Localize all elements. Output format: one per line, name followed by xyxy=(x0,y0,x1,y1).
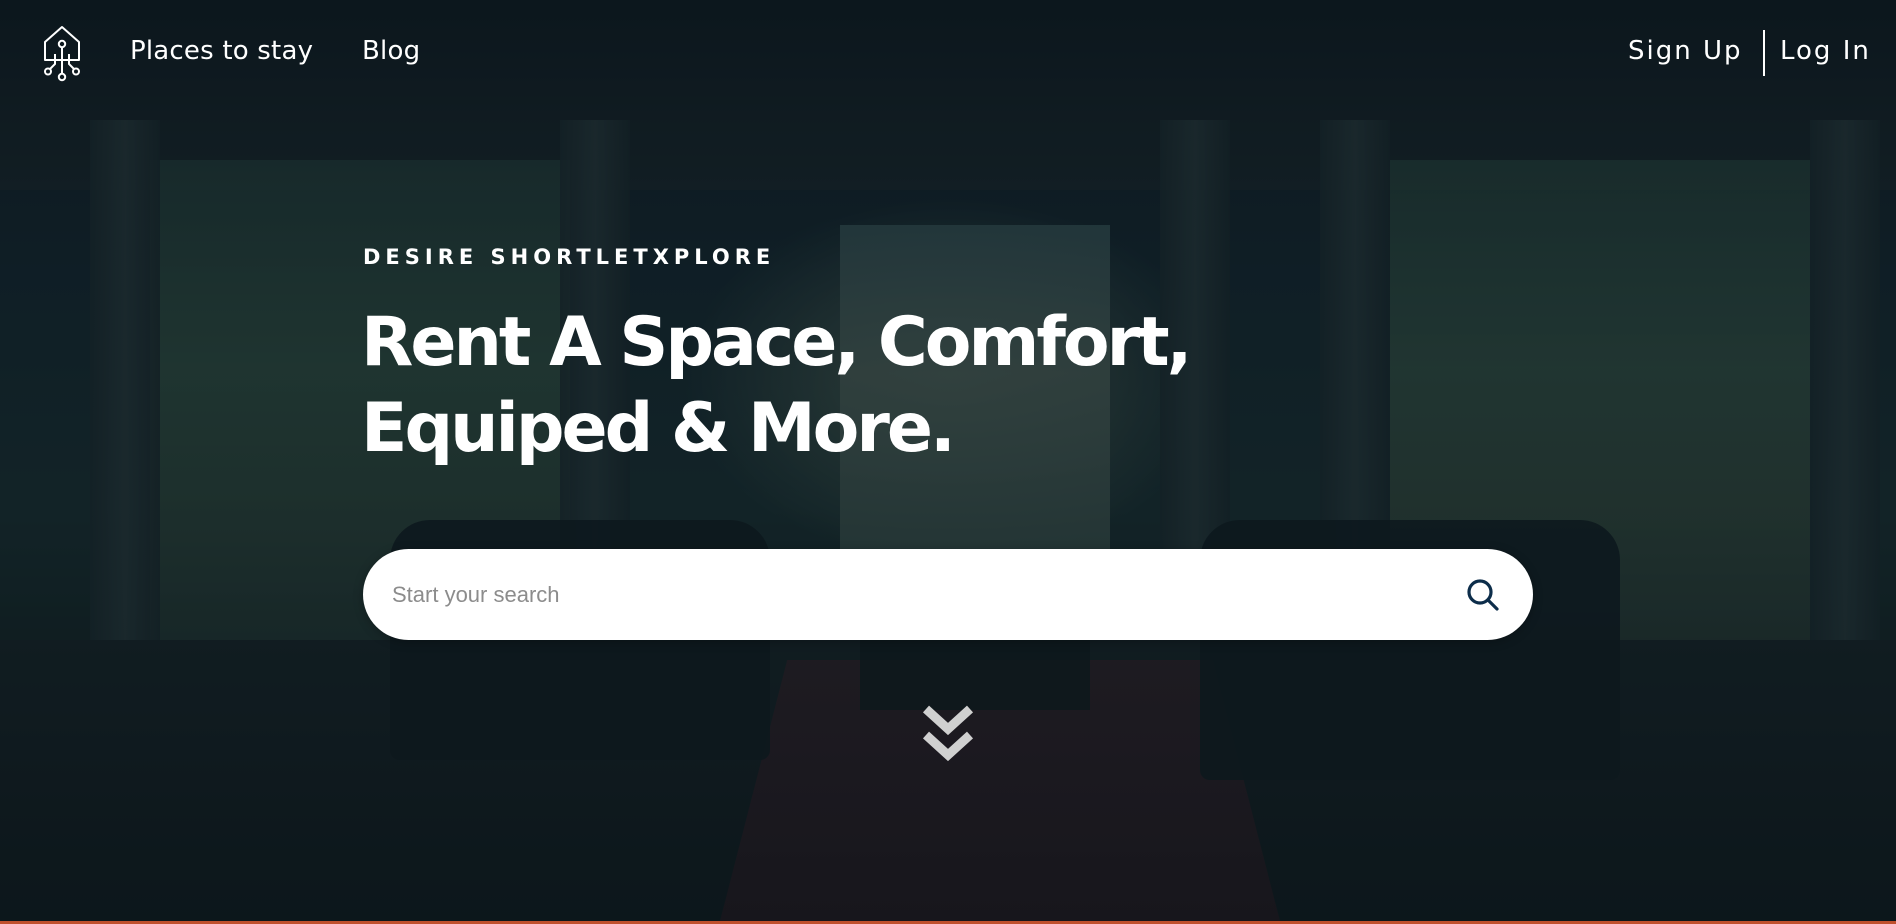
search-bar xyxy=(363,549,1533,640)
scroll-down-button[interactable] xyxy=(920,703,976,765)
search-button[interactable] xyxy=(1461,573,1505,617)
double-chevron-down-icon xyxy=(922,705,974,762)
hero-headline: Rent A Space, Comfort, Equiped & More. xyxy=(361,300,1261,472)
hero-headline-line1: Rent A Space, Comfort, xyxy=(361,303,1193,382)
logo-link[interactable] xyxy=(42,24,82,82)
search-icon xyxy=(1467,579,1499,611)
circuit-house-icon xyxy=(44,26,80,82)
nav-blog[interactable]: Blog xyxy=(362,36,420,66)
nav-divider xyxy=(1763,30,1765,76)
hero-eyebrow: DESIRE SHORTLETXPLORE xyxy=(363,245,776,269)
nav-places-to-stay[interactable]: Places to stay xyxy=(130,36,313,66)
hero-headline-line2: Equiped & More. xyxy=(361,389,956,468)
login-link[interactable]: Log In xyxy=(1780,36,1871,66)
top-nav: Places to stay Blog Sign Up Log In xyxy=(0,0,1896,106)
search-input[interactable] xyxy=(392,549,1422,640)
signup-link[interactable]: Sign Up xyxy=(1628,36,1743,66)
